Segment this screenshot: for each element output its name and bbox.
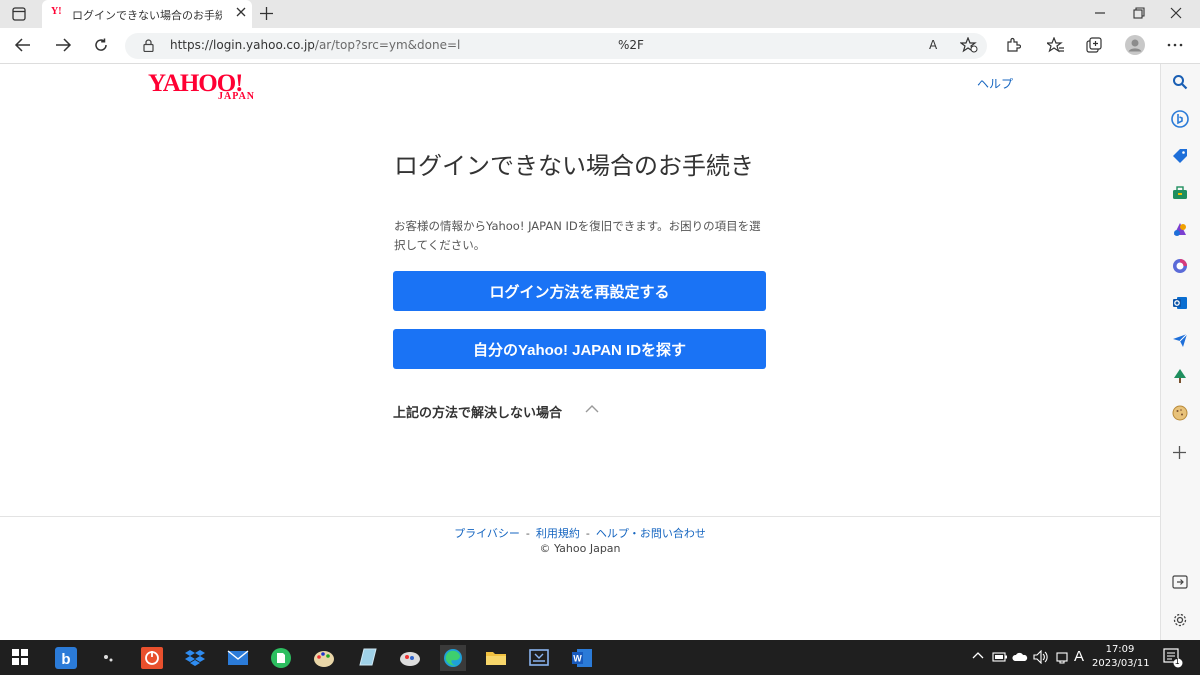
svg-text:b: b [61, 651, 70, 668]
tab-title: ログインできない場合のお手続き - Ya [72, 9, 222, 22]
logo-sub-text: JAPAN [218, 91, 256, 102]
network-icon[interactable] [1055, 650, 1069, 664]
read-aloud-icon[interactable]: A [929, 38, 937, 52]
favorite-add-icon[interactable] [960, 37, 978, 53]
collections-icon[interactable] [1086, 37, 1103, 53]
footer-divider [0, 516, 1160, 517]
games-icon[interactable] [1172, 221, 1188, 237]
close-tab-icon[interactable] [236, 7, 246, 17]
dropbox-icon[interactable] [182, 645, 208, 671]
notification-icon[interactable] [1163, 648, 1183, 668]
footer-separator: - [525, 527, 530, 540]
battery-icon[interactable] [992, 651, 1008, 663]
tab-strip: Y! ログインできない場合のお手続き - Ya [0, 0, 1200, 28]
paint-icon[interactable] [311, 645, 337, 671]
other-options-toggle[interactable]: 上記の方法で解決しない場合 [393, 402, 562, 421]
shopping-tag-icon[interactable] [1172, 148, 1188, 164]
photo-icon[interactable] [397, 645, 423, 671]
url-text[interactable]: https://login.yahoo.co.jp/ar/top?src=ym&… [170, 38, 460, 52]
new-tab-icon[interactable] [260, 7, 273, 20]
url-path: /ar/top?src=ym&done=l [314, 38, 461, 52]
active-tab[interactable]: Y! ログインできない場合のお手続き - Ya [42, 0, 252, 28]
extensions-icon[interactable] [1005, 37, 1021, 53]
page-description: お客様の情報からYahoo! JAPAN IDを復旧できます。お困りの項目を選択… [394, 219, 761, 252]
power-app-icon[interactable] [139, 645, 165, 671]
footer-links: プライバシー - 利用規約 - ヘルプ・お問い合わせ [0, 525, 1160, 541]
help-contact-link[interactable]: ヘルプ・お問い合わせ [596, 527, 706, 540]
app-icon[interactable] [96, 645, 122, 671]
yahoo-japan-logo[interactable]: YAHOO! JAPAN [148, 70, 270, 106]
find-yahoo-id-button[interactable]: 自分のYahoo! JAPAN IDを探す [393, 329, 766, 369]
bing-icon[interactable]: b [53, 645, 79, 671]
bing-chat-icon[interactable] [1171, 110, 1189, 128]
chevron-up-icon[interactable] [585, 404, 599, 414]
yahoo-favicon-icon: Y! [51, 6, 62, 17]
word-icon[interactable]: W [569, 645, 595, 671]
windows-start-icon[interactable] [12, 649, 28, 665]
notepad-icon[interactable] [354, 645, 380, 671]
profile-avatar-icon[interactable] [1125, 35, 1145, 55]
search-icon[interactable] [1172, 74, 1188, 90]
lock-icon[interactable] [143, 39, 154, 52]
outlook-icon[interactable] [1172, 295, 1188, 311]
back-icon[interactable] [14, 37, 32, 53]
svg-text:W: W [573, 654, 582, 664]
edge-icon[interactable] [440, 645, 466, 671]
favorites-icon[interactable] [1047, 37, 1065, 53]
mail-icon[interactable] [225, 645, 251, 671]
clock-time: 17:09 [1105, 644, 1135, 655]
terms-link[interactable]: 利用規約 [536, 527, 580, 540]
onedrive-cloud-icon[interactable] [1012, 651, 1028, 663]
tab-actions-icon[interactable] [12, 7, 26, 21]
page-title: ログインできない場合のお手続き [394, 152, 754, 180]
minimize-icon[interactable] [1094, 7, 1106, 19]
help-link[interactable]: ヘルプ [977, 75, 1013, 92]
evernote-icon[interactable] [268, 645, 294, 671]
tools-icon[interactable] [1172, 185, 1188, 201]
more-menu-icon[interactable] [1167, 39, 1183, 51]
send-icon[interactable] [1172, 332, 1188, 348]
file-explorer-icon[interactable] [483, 645, 509, 671]
tree-icon[interactable] [1172, 368, 1188, 384]
chevron-up-icon[interactable] [972, 651, 984, 661]
taskbar-clock[interactable]: 17:09 2023/03/11 [1092, 643, 1150, 671]
notification-count: 1 [1175, 657, 1180, 666]
forward-icon[interactable] [54, 37, 72, 53]
add-icon[interactable] [1173, 446, 1186, 459]
url-host: https://login.yahoo.co.jp [170, 38, 315, 52]
scanner-icon[interactable] [526, 645, 552, 671]
privacy-link[interactable]: プライバシー [454, 527, 520, 540]
copyright: © Yahoo Japan [539, 542, 621, 555]
refresh-icon[interactable] [93, 37, 109, 53]
restore-icon[interactable] [1133, 7, 1145, 19]
volume-icon[interactable] [1033, 650, 1049, 664]
url-suffix: %2F [618, 38, 644, 52]
settings-gear-icon[interactable] [1172, 612, 1188, 628]
office-icon[interactable] [1172, 258, 1188, 274]
hide-sidebar-icon[interactable] [1172, 575, 1188, 589]
close-window-icon[interactable] [1170, 7, 1182, 19]
clock-date: 2023/03/11 [1092, 658, 1150, 669]
footer-separator: - [585, 527, 590, 540]
cookie-icon[interactable] [1172, 405, 1188, 421]
ime-indicator[interactable]: A [1074, 648, 1084, 665]
reset-login-method-button[interactable]: ログイン方法を再設定する [393, 271, 766, 311]
